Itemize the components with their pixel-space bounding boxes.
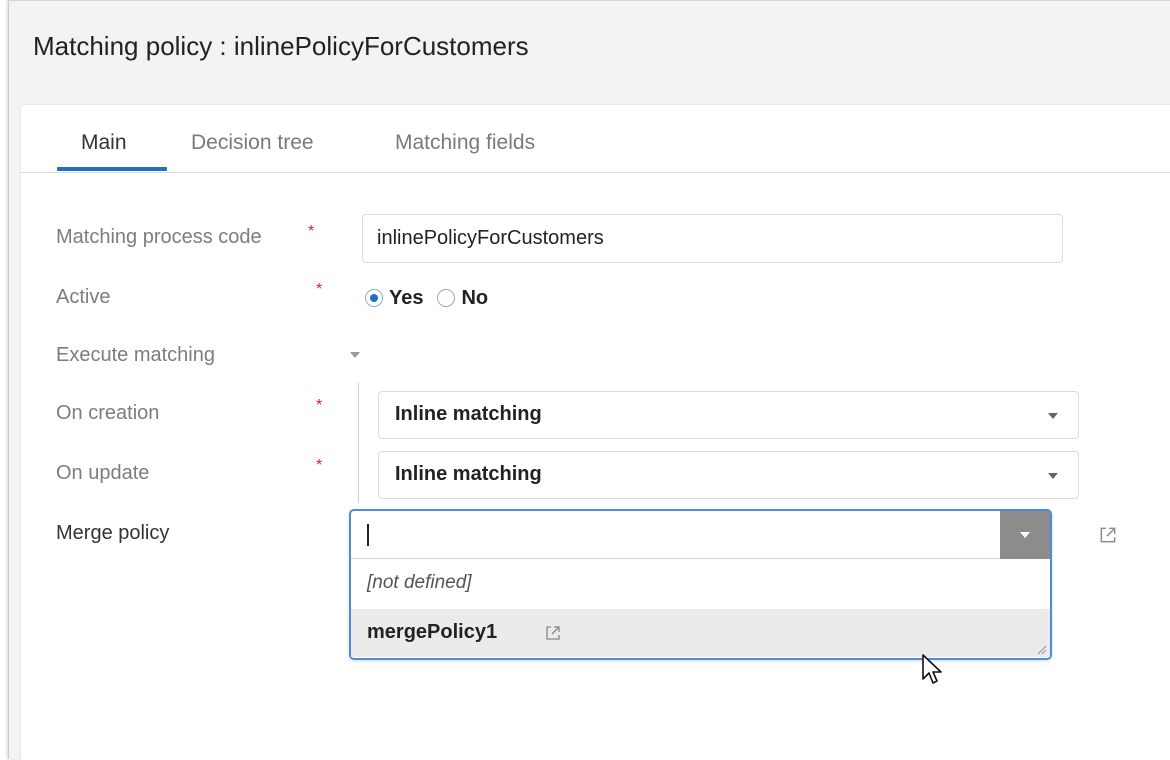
chevron-down-icon [1048,473,1058,479]
main-panel: Main Decision tree Matching fields Match… [21,105,1170,760]
page-title: Matching policy : inlinePolicyForCustome… [33,31,529,62]
chevron-down-icon [1048,413,1058,419]
resize-grip-icon[interactable] [1035,643,1047,655]
on-creation-label: On creation [56,402,160,424]
active-label: Active [56,286,111,308]
execute-matching-label: Execute matching [56,344,215,366]
active-tab-indicator [57,167,167,171]
tab-bar: Main Decision tree Matching fields [21,105,1170,173]
external-link-icon[interactable] [544,624,562,642]
process-code-required-mark: * [308,223,315,240]
option-merge-policy-1[interactable]: mergePolicy1 [351,609,1050,657]
merge-policy-dropdown-button[interactable] [1000,511,1050,559]
text-cursor [367,524,369,546]
process-code-label: Matching process code [56,226,262,248]
option-not-defined[interactable]: [not defined] [351,560,1050,608]
process-code-input[interactable]: inlinePolicyForCustomers [362,214,1063,263]
active-radio-group: Yes No [365,285,502,311]
on-update-label: On update [56,462,150,484]
tab-matching-fields[interactable]: Matching fields [395,131,535,155]
tab-decision-tree[interactable]: Decision tree [191,131,314,155]
title-suffix: policy : inlinePolicyForCustomers [145,31,529,61]
option-merge-policy-1-label: mergePolicy1 [367,621,498,643]
mouse-pointer-icon [922,654,942,684]
title-prefix: Matching [33,31,139,61]
tab-main[interactable]: Main [81,131,127,155]
merge-policy-combobox[interactable]: [not defined] mergePolicy1 [349,509,1052,660]
matching-policy-window: Matching policy : inlinePolicyForCustome… [8,0,1170,760]
active-yes-radio[interactable] [365,289,383,307]
on-creation-required-mark: * [316,397,323,414]
on-creation-value: Inline matching [395,403,542,425]
on-update-value: Inline matching [395,463,542,485]
merge-policy-label: Merge policy [56,522,170,544]
active-no-radio[interactable] [437,289,456,307]
on-update-required-mark: * [316,457,323,474]
on-update-select[interactable]: Inline matching [378,451,1079,499]
chevron-down-icon[interactable] [350,352,360,358]
on-creation-select[interactable]: Inline matching [378,391,1079,439]
chevron-down-icon [1020,532,1030,538]
active-no-label[interactable]: No [461,287,488,310]
group-divider [358,383,359,503]
active-required-mark: * [316,281,323,298]
external-link-icon[interactable] [1098,525,1118,545]
merge-policy-input[interactable] [351,511,1000,559]
active-yes-label[interactable]: Yes [389,287,423,310]
